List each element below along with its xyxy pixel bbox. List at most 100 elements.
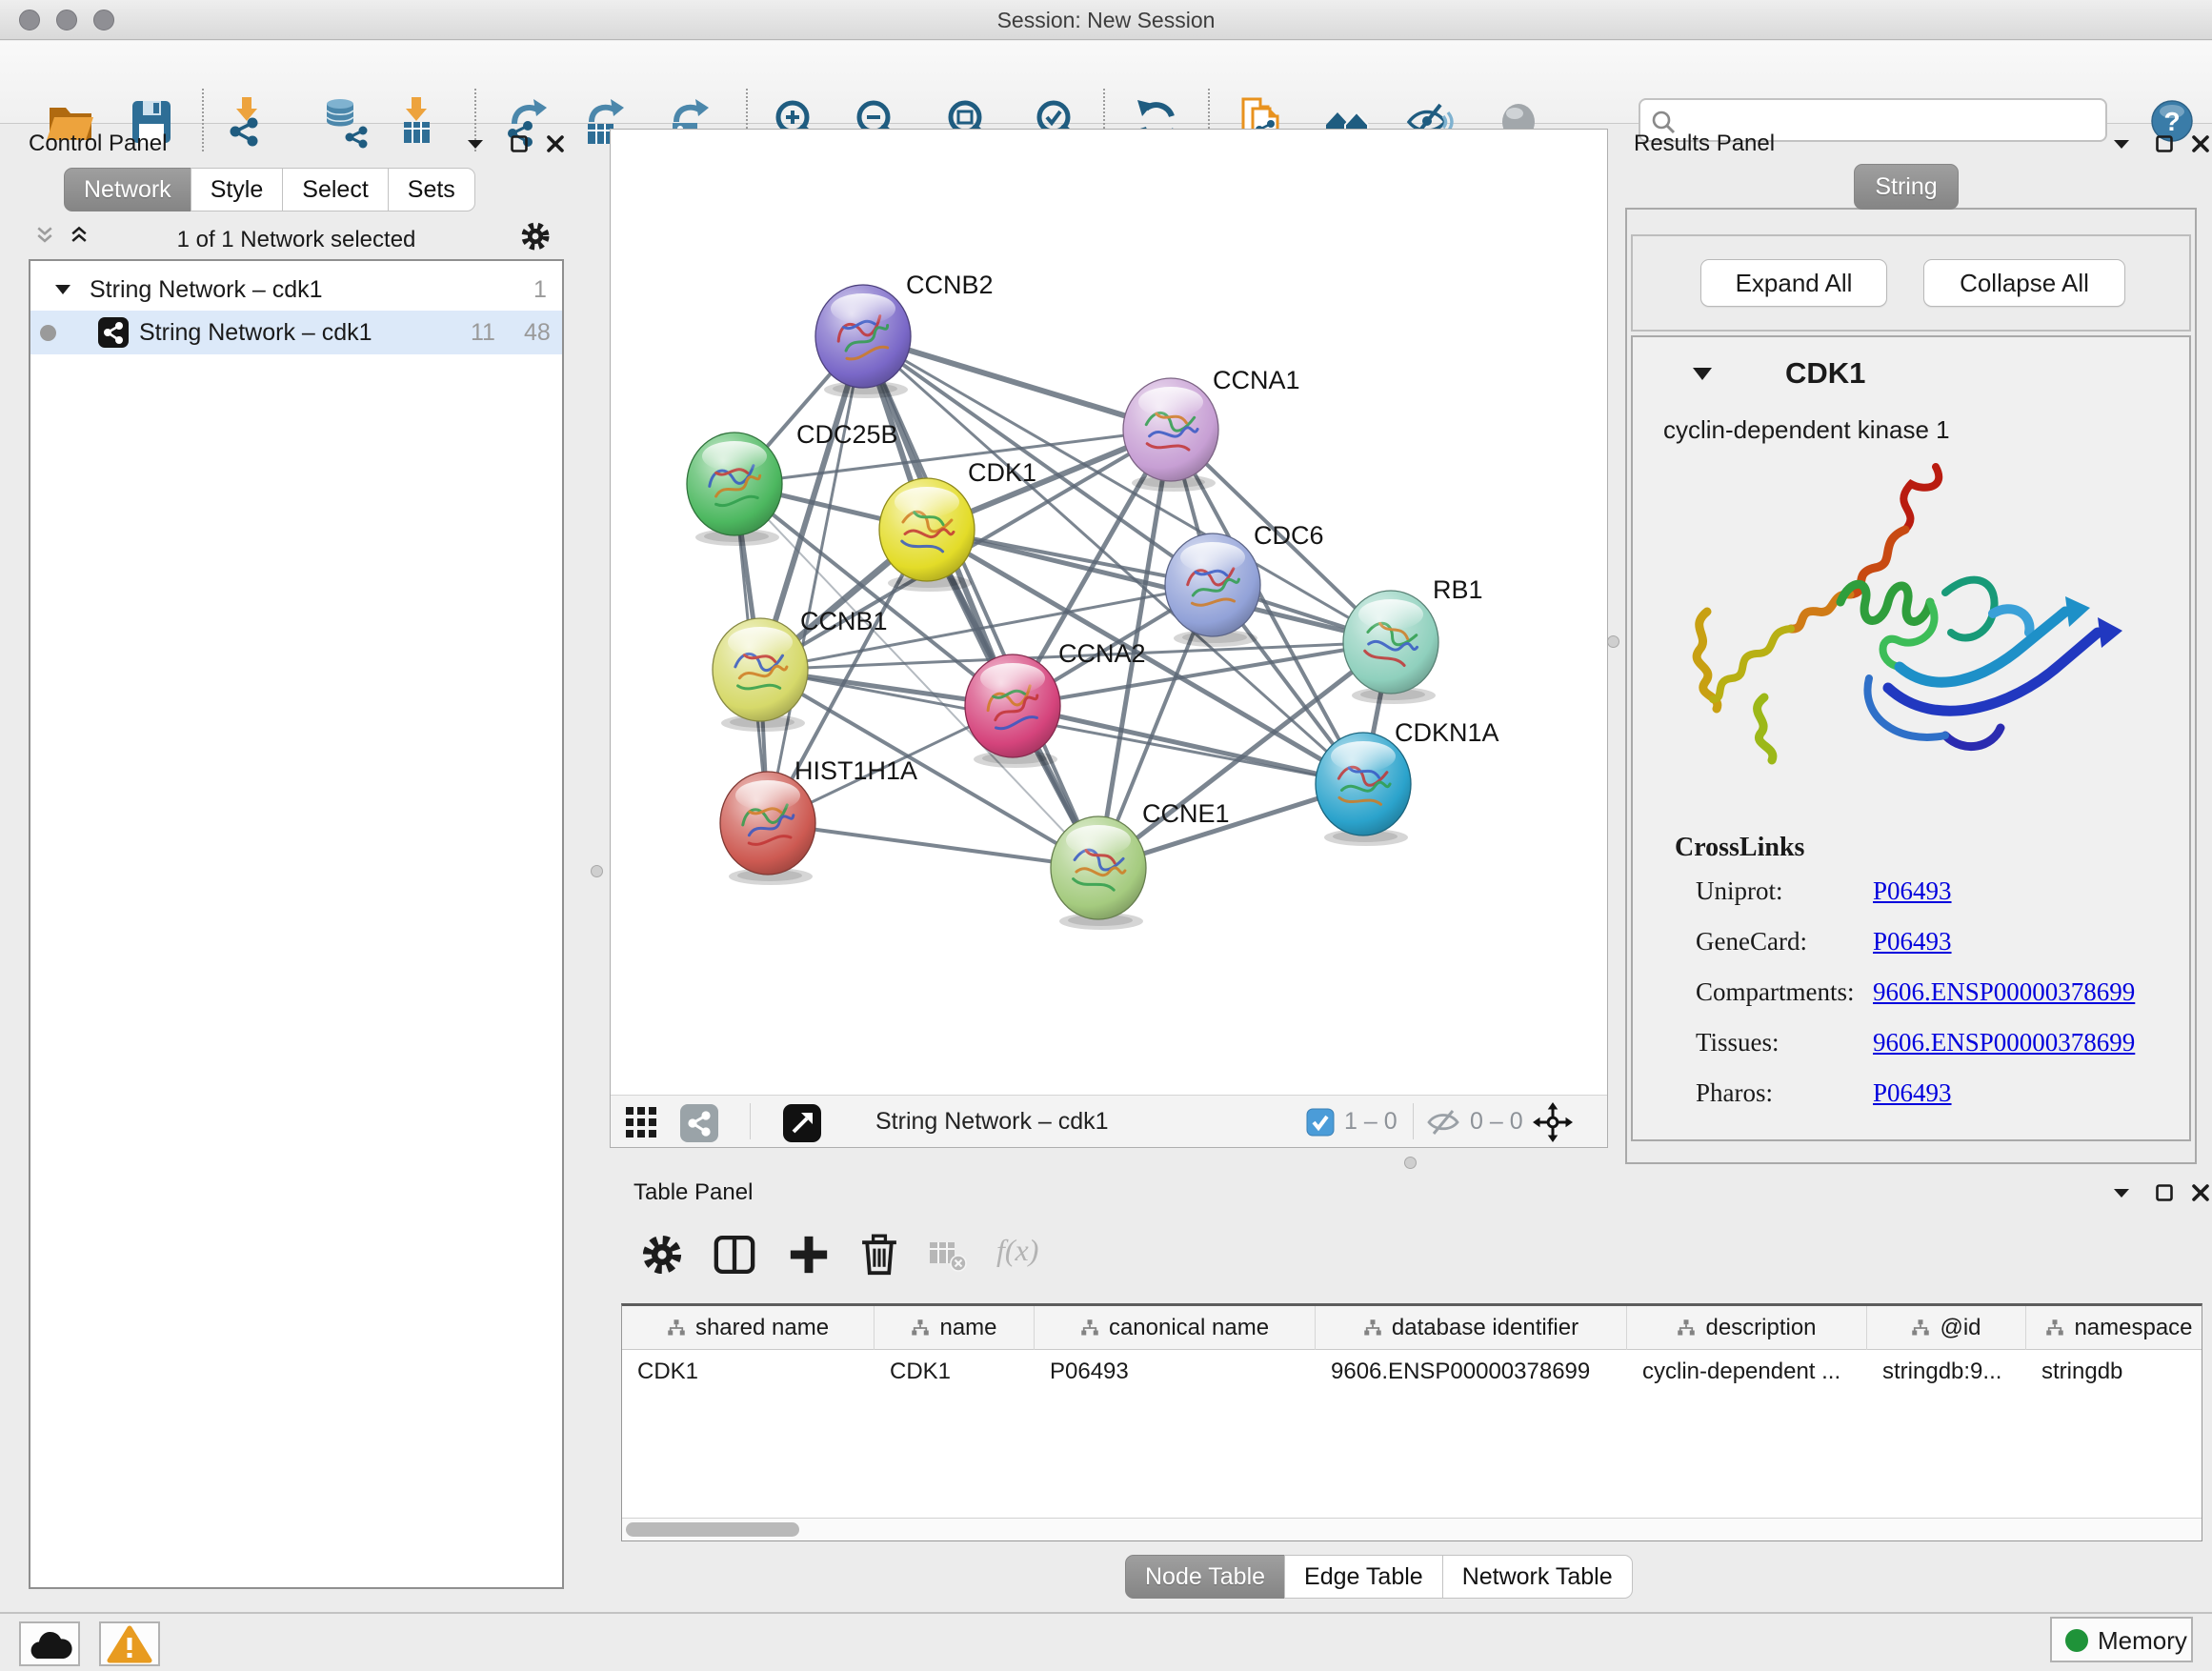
- memory-button[interactable]: Memory: [2050, 1617, 2193, 1662]
- results-buttons-panel: Expand All Collapse All: [1631, 234, 2191, 332]
- table-cell[interactable]: CDK1: [622, 1351, 875, 1393]
- show-columns-icon[interactable]: [713, 1233, 756, 1277]
- expand-all-button[interactable]: Expand All: [1700, 259, 1887, 307]
- results-panel-collapse-icon[interactable]: [2111, 133, 2132, 154]
- table-cell[interactable]: stringdb:9...: [1867, 1351, 2026, 1393]
- scrollbar-thumb[interactable]: [626, 1522, 799, 1537]
- selected-checkbox-icon[interactable]: [1306, 1108, 1335, 1137]
- control-panel-close-icon[interactable]: [545, 133, 566, 154]
- column-type-icon: [1677, 1319, 1696, 1338]
- node-CCNB1[interactable]: [713, 618, 808, 732]
- tree-expander-icon[interactable]: [53, 280, 72, 299]
- table-cell[interactable]: 9606.ENSP00000378699: [1316, 1351, 1627, 1393]
- grid-view-icon[interactable]: [624, 1105, 658, 1139]
- table-cell[interactable]: CDK1: [875, 1351, 1035, 1393]
- edge-CCNB2-HIST1H1A[interactable]: [768, 336, 863, 823]
- node-CDC25B[interactable]: [687, 433, 782, 546]
- column-header-namespace[interactable]: namespace: [2026, 1306, 2202, 1350]
- column-header-name[interactable]: name: [875, 1306, 1035, 1350]
- add-column-icon[interactable]: [787, 1233, 831, 1277]
- title-bar: Session: New Session: [0, 0, 2212, 40]
- node-CDKN1A[interactable]: [1316, 733, 1411, 846]
- column-header-@id[interactable]: @id: [1867, 1306, 2026, 1350]
- crosslink-compartments[interactable]: 9606.ENSP00000378699: [1873, 977, 2135, 1007]
- memory-label: Memory: [2098, 1626, 2187, 1656]
- import-table-icon[interactable]: [390, 95, 443, 149]
- control-panel-title: Control Panel: [29, 131, 167, 157]
- table-cell[interactable]: cyclin-dependent ...: [1627, 1351, 1867, 1393]
- pan-move-icon[interactable]: [1533, 1102, 1573, 1142]
- tab-style[interactable]: Style: [191, 168, 284, 211]
- edge-CCNA2-CDKN1A[interactable]: [1013, 706, 1363, 784]
- crosslink-label: GeneCard:: [1696, 927, 1807, 956]
- tab-edge-table[interactable]: Edge Table: [1284, 1555, 1443, 1599]
- column-type-icon: [667, 1319, 686, 1338]
- edge-CCNB2-CCNE1[interactable]: [863, 336, 1098, 868]
- node-label-CCNB1: CCNB1: [800, 607, 888, 635]
- crosslink-uniprot[interactable]: P06493: [1873, 876, 1952, 906]
- column-type-icon: [911, 1319, 930, 1338]
- collapse-all-button[interactable]: Collapse All: [1923, 259, 2125, 307]
- tab-node-table[interactable]: Node Table: [1125, 1555, 1285, 1599]
- network-row-selected[interactable]: String Network – cdk1 11 48: [30, 311, 562, 354]
- node-HIST1H1A[interactable]: [720, 772, 815, 885]
- table-row[interactable]: CDK1CDK1P064939606.ENSP00000378699cyclin…: [622, 1351, 2202, 1393]
- control-panel-float-icon[interactable]: [509, 133, 530, 154]
- tab-sets[interactable]: Sets: [388, 168, 475, 211]
- delete-column-icon[interactable]: [857, 1233, 901, 1277]
- results-panel-float-icon[interactable]: [2154, 133, 2175, 154]
- network-row-label: String Network – cdk1: [139, 319, 372, 347]
- crosslink-pharos[interactable]: P06493: [1873, 1078, 1952, 1108]
- table-panel-collapse-icon[interactable]: [2111, 1182, 2132, 1203]
- column-header-canonical-name[interactable]: canonical name: [1035, 1306, 1316, 1350]
- node-label-CDC6: CDC6: [1254, 521, 1324, 550]
- network-view-canvas[interactable]: CCNB2CCNA1CDC25BCDK1CDC6RB1CCNB1CCNA2CDK…: [610, 129, 1608, 1148]
- node-table: shared namenamecanonical namedatabase id…: [621, 1303, 2202, 1541]
- horizontal-splitter-grip[interactable]: [1404, 1157, 1417, 1169]
- main-toolbar: ?: [0, 41, 2212, 124]
- network-collection-count: 1: [533, 276, 547, 304]
- network-selection-summary: 1 of 1 Network selected: [29, 227, 564, 253]
- node-label-CCNB2: CCNB2: [906, 271, 994, 299]
- birds-eye-view-icon[interactable]: [782, 1103, 822, 1143]
- vertical-splitter-grip[interactable]: [591, 865, 603, 877]
- section-expander-icon[interactable]: [1692, 366, 1713, 383]
- table-options-gear-icon[interactable]: [640, 1233, 684, 1277]
- node-CCNA1[interactable]: [1123, 378, 1218, 492]
- import-network-from-database-icon[interactable]: [319, 95, 372, 149]
- tab-network-table[interactable]: Network Table: [1442, 1555, 1633, 1599]
- column-header-description[interactable]: description: [1627, 1306, 1867, 1350]
- network-collection-row[interactable]: String Network – cdk1 1: [30, 269, 562, 311]
- vertical-splitter-grip[interactable]: [1607, 635, 1619, 648]
- crosslink-tissues[interactable]: 9606.ENSP00000378699: [1873, 1028, 2135, 1057]
- tab-string[interactable]: String: [1854, 164, 1959, 210]
- network-options-gear-icon[interactable]: [520, 221, 551, 252]
- results-panel-close-icon[interactable]: [2190, 133, 2211, 154]
- control-panel-collapse-icon[interactable]: [465, 133, 486, 154]
- protein-description: cyclin-dependent kinase 1: [1663, 415, 1950, 445]
- warning-status-button[interactable]: [99, 1621, 160, 1666]
- node-CCNB2[interactable]: [815, 285, 911, 398]
- tab-network[interactable]: Network: [64, 168, 191, 211]
- cloud-status-button[interactable]: [19, 1621, 80, 1666]
- import-network-from-file-icon[interactable]: [220, 95, 273, 149]
- table-cell[interactable]: P06493: [1035, 1351, 1316, 1393]
- crosslink-label: Compartments:: [1696, 977, 1854, 1006]
- table-cell[interactable]: stringdb: [2026, 1351, 2202, 1393]
- tab-select[interactable]: Select: [282, 168, 388, 211]
- table-horizontal-scrollbar[interactable]: [622, 1518, 2202, 1540]
- crosslink-genecard[interactable]: P06493: [1873, 927, 1952, 956]
- table-panel-close-icon[interactable]: [2190, 1182, 2211, 1203]
- cytoscape-window: Session: New Session: [0, 0, 2212, 1671]
- memory-status-dot: [2065, 1629, 2088, 1652]
- network-graph[interactable]: CCNB2CCNA1CDC25BCDK1CDC6RB1CCNB1CCNA2CDK…: [611, 130, 1607, 1095]
- edge-HIST1H1A-CCNE1[interactable]: [768, 823, 1098, 868]
- column-header-database-identifier[interactable]: database identifier: [1316, 1306, 1627, 1350]
- node-RB1[interactable]: [1343, 591, 1438, 704]
- column-type-icon: [1363, 1319, 1382, 1338]
- column-header-shared-name[interactable]: shared name: [622, 1306, 875, 1350]
- window-title: Session: New Session: [0, 8, 2212, 33]
- network-share-view-icon[interactable]: [679, 1103, 719, 1143]
- table-panel-float-icon[interactable]: [2154, 1182, 2175, 1203]
- node-CCNE1[interactable]: [1051, 816, 1146, 930]
